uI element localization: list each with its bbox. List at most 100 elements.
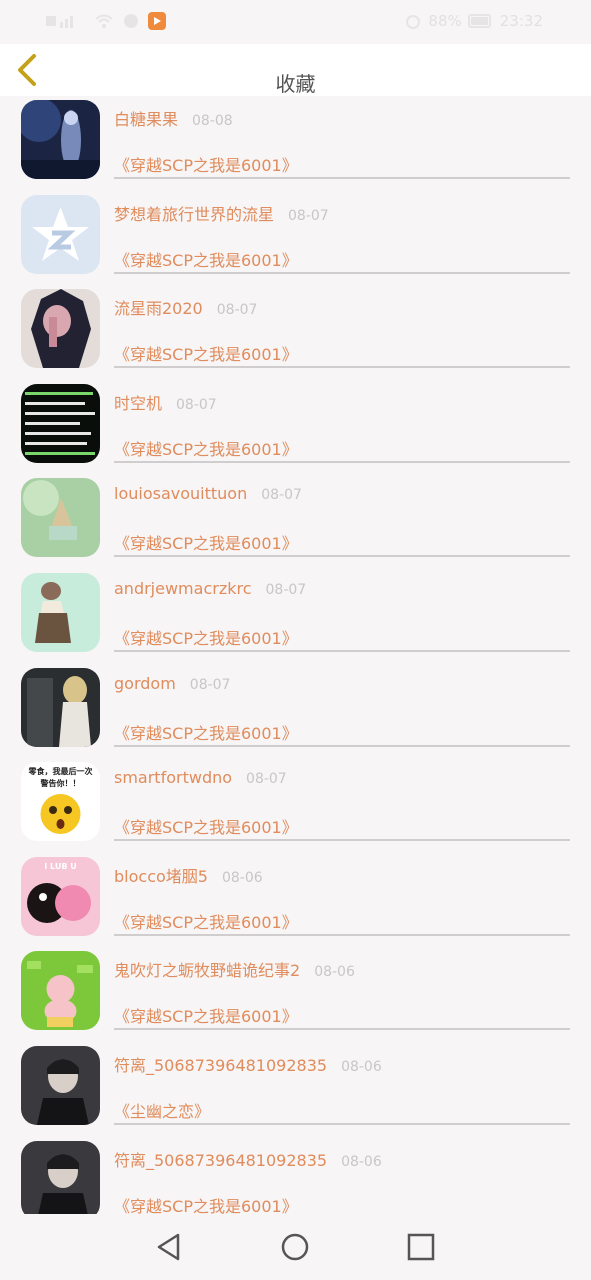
username[interactable]: gordom [114,674,176,693]
nav-back-button[interactable] [154,1232,184,1262]
list-item[interactable]: I LUB U blocco堵胭5 08-06 《穿越SCP之我是6001》 [0,853,591,948]
avatar[interactable] [21,573,100,652]
divider [114,177,570,179]
username[interactable]: louiosavouittuon [114,484,247,503]
username[interactable]: 符离_50687396481092835 [114,1151,327,1170]
book-title[interactable]: 《尘幽之恋》 [114,1098,210,1122]
divider [114,271,570,274]
notification-icon [124,14,138,28]
book-title[interactable]: 《穿越SCP之我是6001》 [114,247,298,271]
item-name[interactable]: smartfortwdno 08-07 [114,768,287,787]
avatar[interactable]: I LUB U [21,856,100,936]
book-title[interactable]: 《穿越SCP之我是6001》 [114,720,298,744]
favorites-list: 白糖果果 08-08 《穿越SCP之我是6001》 梦想着旅行世界的流星 08-07… [0,96,591,1214]
app-notification-icon [148,12,166,30]
item-date: 08-07 [265,582,307,598]
svg-text:I LUB U: I LUB U [44,862,76,871]
nav-home-button[interactable] [280,1232,310,1262]
book-title[interactable]: 《穿越SCP之我是6001》 [114,1193,298,1214]
item-name[interactable]: 符离_50687396481092835 08-06 [114,1052,382,1076]
divider [114,1028,570,1031]
list-item[interactable]: 零食，我最后一次 警告你！！ smartfortwdno 08-07 《穿越SCP… [0,758,591,853]
avatar[interactable] [21,194,100,274]
item-name[interactable]: andrjewmacrzkrc 08-07 [114,579,306,598]
book-title[interactable]: 《穿越SCP之我是6001》 [114,909,298,933]
username[interactable]: 鬼吹灯之蛎牧野蜡诡纪事2 [114,961,300,980]
item-name[interactable]: 时空机 08-07 [114,390,217,414]
username[interactable]: 白糖果果 [114,110,178,129]
list-item[interactable]: louiosavouittuon 08-07 《穿越SCP之我是6001》 [0,474,591,569]
item-name[interactable]: 流星雨2020 08-07 [114,295,257,319]
list-item[interactable]: 符离_50687396481092835 08-06 《穿越SCP之我是6001》 [0,1137,591,1214]
divider [114,460,570,463]
list-item[interactable]: 鬼吹灯之蛎牧野蜡诡纪事2 08-06 《穿越SCP之我是6001》 [0,947,591,1042]
avatar[interactable] [21,383,100,463]
divider [114,1123,570,1125]
divider [114,839,570,842]
item-date: 08-08 [192,113,233,129]
favorites-screen: 88% 23:32 收藏 白糖果果 08-08 《穿越SCP之我是6001》 梦… [0,0,591,1280]
status-bar: 88% 23:32 [0,0,591,44]
status-left [46,12,166,30]
list-item[interactable]: andrjewmacrzkrc 08-07 《穿越SCP之我是6001》 [0,569,591,664]
username[interactable]: blocco堵胭5 [114,867,208,886]
book-title[interactable]: 《穿越SCP之我是6001》 [114,625,298,649]
item-date: 08-06 [341,1059,382,1075]
username[interactable]: 流星雨2020 [114,299,203,318]
divider [114,555,570,558]
username[interactable]: smartfortwdno [114,768,232,787]
nav-recents-button[interactable] [406,1232,436,1262]
username[interactable]: 时空机 [114,394,162,413]
avatar[interactable] [21,289,100,369]
avatar[interactable] [21,100,100,179]
book-title[interactable]: 《穿越SCP之我是6001》 [114,436,298,460]
username[interactable]: 梦想着旅行世界的流星 [114,205,274,224]
item-date: 08-06 [341,1153,382,1170]
item-date: 08-07 [246,771,287,788]
alarm-icon [406,15,421,29]
square-recents-icon [407,1233,435,1261]
header-bar: 收藏 [0,44,591,96]
avatar[interactable] [21,951,100,1031]
triangle-back-icon [157,1233,180,1261]
avatar[interactable] [21,1140,100,1214]
list-item[interactable]: 流星雨2020 08-07 《穿越SCP之我是6001》 [0,285,591,380]
list-item[interactable]: gordom 08-07 《穿越SCP之我是6001》 [0,664,591,759]
item-name[interactable]: gordom 08-07 [114,674,230,693]
list-item[interactable]: 白糖果果 08-08 《穿越SCP之我是6001》 [0,96,591,191]
battery-percent: 88% [428,12,462,30]
item-date: 08-07 [261,487,302,504]
username[interactable]: 符离_50687396481092835 [114,1056,327,1075]
item-date: 08-07 [288,207,329,224]
book-title[interactable]: 《穿越SCP之我是6001》 [114,814,298,838]
item-name[interactable]: 符离_50687396481092835 08-06 [114,1147,382,1171]
item-name[interactable]: blocco堵胭5 08-06 [114,863,263,887]
battery-icon [467,14,491,28]
avatar[interactable] [21,1046,100,1125]
circle-home-icon [281,1233,309,1261]
item-name[interactable]: 白糖果果 08-08 [114,106,233,130]
divider [114,933,570,936]
wifi-icon [95,14,113,28]
divider [114,366,570,369]
list-item[interactable]: 符离_50687396481092835 08-06 《尘幽之恋》 [0,1042,591,1137]
item-date: 08-07 [189,676,231,693]
item-date: 08-06 [221,869,263,886]
book-title[interactable]: 《穿越SCP之我是6001》 [114,1003,298,1027]
avatar[interactable] [21,478,100,558]
username[interactable]: andrjewmacrzkrc [114,579,252,598]
item-name[interactable]: 梦想着旅行世界的流星 08-07 [114,201,329,225]
book-title[interactable]: 《穿越SCP之我是6001》 [114,530,298,554]
book-title[interactable]: 《穿越SCP之我是6001》 [114,152,298,176]
status-time: 23:32 [499,12,543,30]
page-title: 收藏 [275,72,316,96]
book-title[interactable]: 《穿越SCP之我是6001》 [114,341,298,365]
status-right: 88% 23:32 [404,12,543,30]
list-item[interactable]: 梦想着旅行世界的流星 08-07 《穿越SCP之我是6001》 [0,191,591,286]
item-name[interactable]: louiosavouittuon 08-07 [114,484,302,503]
avatar[interactable] [21,667,100,747]
item-name[interactable]: 鬼吹灯之蛎牧野蜡诡纪事2 08-06 [114,957,355,981]
item-date: 08-06 [314,964,355,981]
avatar[interactable]: 零食，我最后一次 警告你！！ [21,762,100,842]
list-item[interactable]: 时空机 08-07 《穿越SCP之我是6001》 [0,380,591,475]
